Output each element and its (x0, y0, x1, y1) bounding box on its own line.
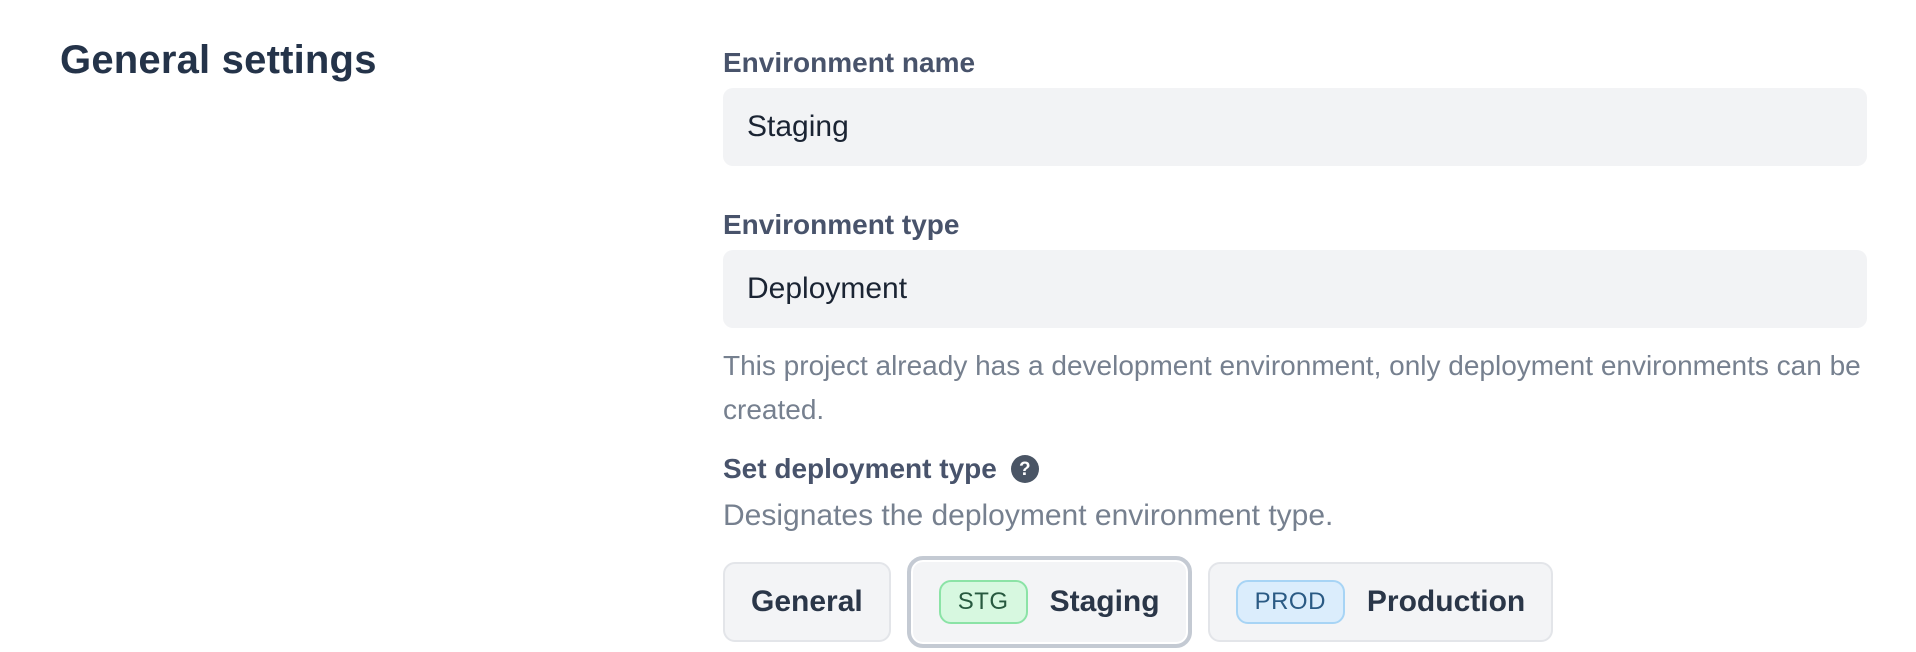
deployment-type-description: Designates the deployment environment ty… (723, 496, 1867, 536)
environment-type-input[interactable] (723, 250, 1867, 328)
deployment-type-options: General STG Staging PROD Production (723, 556, 1867, 648)
environment-type-helper-text: This project already has a development e… (723, 344, 1867, 432)
deployment-type-option-production-label: Production (1367, 585, 1525, 619)
question-mark-help-icon[interactable]: ? (1011, 455, 1039, 483)
deployment-type-label: Set deployment type (723, 452, 997, 486)
stg-badge: STG (939, 580, 1028, 624)
deployment-type-option-production[interactable]: PROD Production (1208, 562, 1554, 642)
deployment-type-option-general[interactable]: General (723, 562, 891, 642)
environment-settings-page: General settings Environment name Enviro… (0, 0, 1916, 652)
environment-name-label: Environment name (723, 46, 1867, 80)
environment-name-input[interactable] (723, 88, 1867, 166)
general-settings-form: Environment name Environment type This p… (723, 0, 1867, 652)
page-title: General settings (60, 38, 723, 82)
deployment-type-label-row: Set deployment type ? (723, 452, 1867, 486)
settings-section-column: General settings (0, 0, 723, 652)
prod-badge: PROD (1236, 580, 1345, 624)
deployment-type-option-staging[interactable]: STG Staging (907, 556, 1192, 648)
deployment-type-option-staging-label: Staging (1050, 585, 1160, 619)
deployment-type-option-general-label: General (751, 585, 863, 619)
environment-type-label: Environment type (723, 208, 1867, 242)
